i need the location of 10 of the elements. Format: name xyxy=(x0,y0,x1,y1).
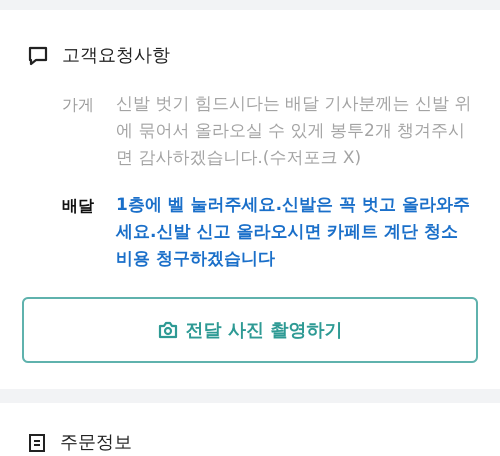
section-title: 주문정보 xyxy=(60,431,132,455)
speech-bubble-icon xyxy=(28,46,48,66)
request-label: 가게 xyxy=(62,94,95,116)
section-title: 고객요청사항 xyxy=(62,44,170,68)
request-text: 1층에 벨 눌러주세요.신발은 꼭 벗고 올라와주세요.신발 신고 올라오시면 카페트 계단 청소 비용 청구하겠습니다 xyxy=(116,194,471,271)
request-label: 배달 xyxy=(62,195,95,217)
camera-icon xyxy=(158,321,178,339)
document-icon xyxy=(28,432,46,452)
request-text: 신발 벗기 힘드시다는 배달 기사분께는 신발 위에 묶어서 올라오실 수 있게 봉투2개 챙겨주시면 감사하겠습니다.(수저포크 X) xyxy=(116,93,472,170)
photo-button[interactable]: 전달 사진 촬영하기 xyxy=(22,297,478,363)
